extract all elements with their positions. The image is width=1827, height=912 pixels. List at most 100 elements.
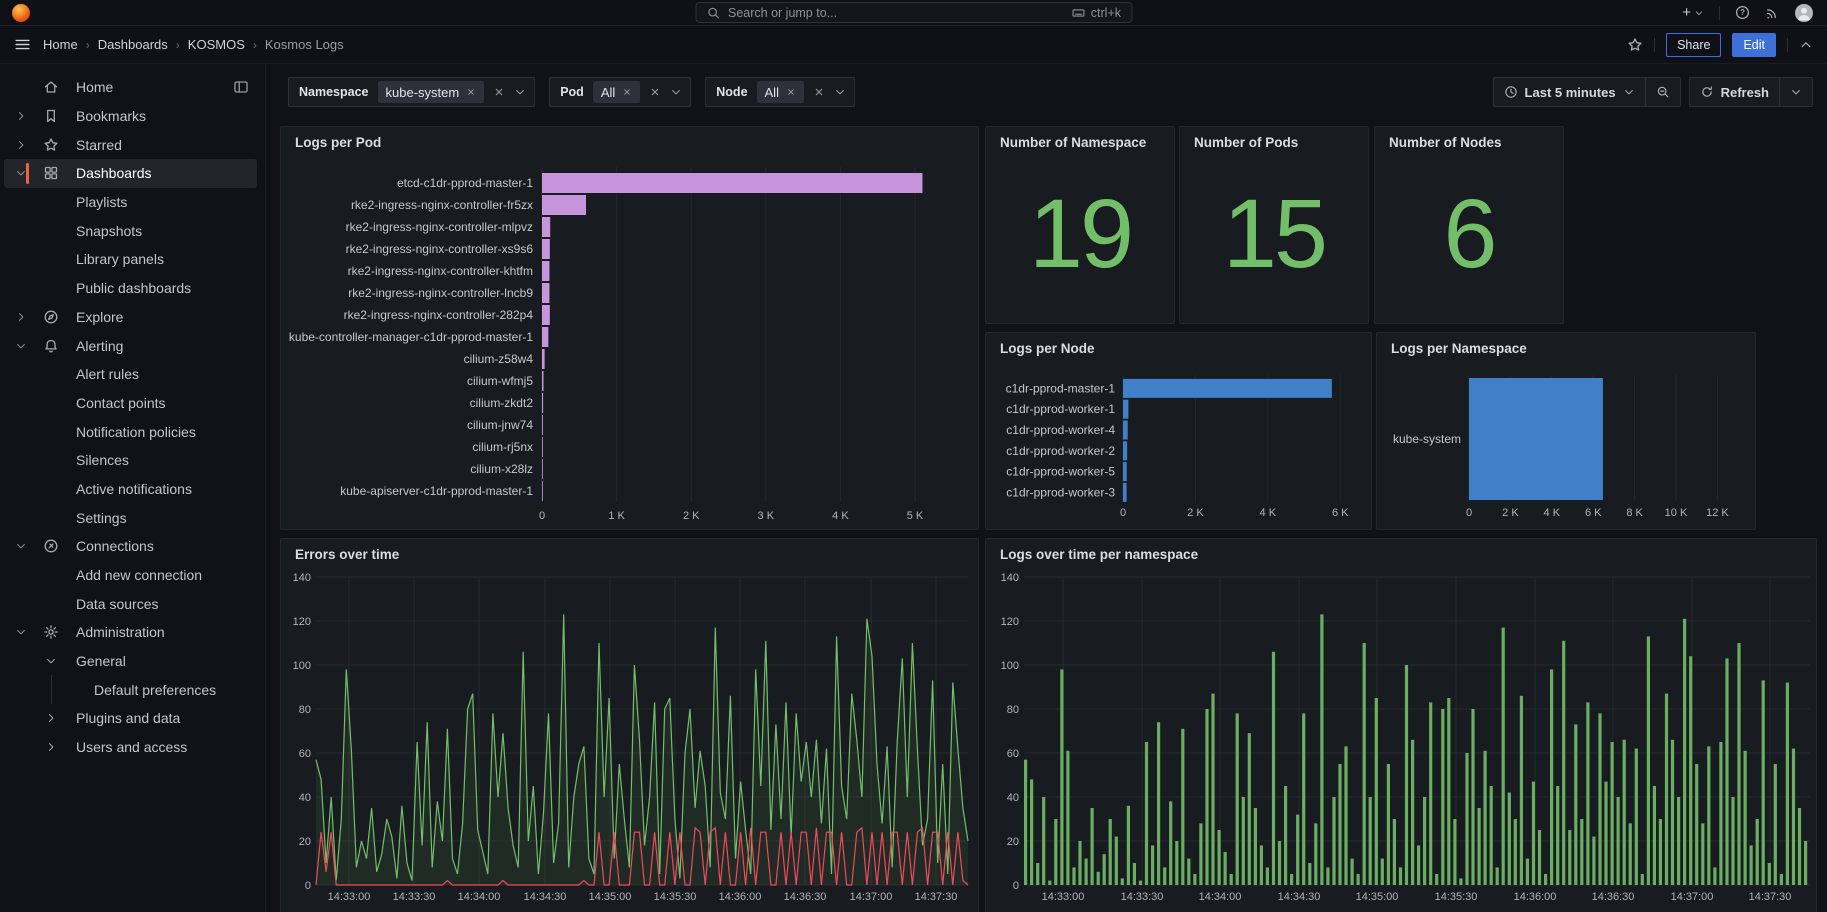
sidebar-item-label: Alert rules [76, 366, 139, 382]
sidebar-item-connections[interactable]: Connections [4, 532, 257, 561]
svg-text:c1dr-pprod-worker-2: c1dr-pprod-worker-2 [1006, 444, 1115, 458]
share-button[interactable]: Share [1666, 33, 1721, 57]
sidebar-item-home[interactable]: Home [4, 73, 257, 102]
add-new-button[interactable]: + [1682, 5, 1704, 20]
refresh-interval-button[interactable] [1779, 78, 1812, 106]
clear-filter-icon[interactable] [813, 86, 825, 98]
clear-filter-icon[interactable] [493, 86, 505, 98]
sidebar-item-label: Add new connection [76, 567, 202, 583]
panel-logs-per-node: Logs per Node02 K4 K6 Kc1dr-pprod-master… [985, 332, 1372, 530]
sidebar-item-administration[interactable]: Administration [4, 618, 257, 647]
gear-icon [32, 624, 70, 640]
sidebar-item-general[interactable]: General [4, 647, 257, 676]
news-rss-icon[interactable] [1765, 5, 1780, 20]
filter-label: Node [716, 85, 747, 99]
star-icon[interactable] [1627, 37, 1643, 53]
sidebar-item-dashboards[interactable]: Dashboards [4, 159, 257, 188]
chevron-down-icon[interactable] [10, 626, 32, 638]
svg-text:14:36:00: 14:36:00 [719, 891, 762, 903]
search-input[interactable]: Search or jump to... ctrl+k [695, 2, 1132, 23]
remove-value-icon[interactable] [786, 87, 796, 97]
chevron-right-icon[interactable] [10, 139, 32, 151]
sidebar-item-settings[interactable]: Settings [4, 503, 257, 532]
chevron-right-icon[interactable] [10, 311, 32, 323]
divider [1719, 6, 1720, 20]
grafana-logo[interactable] [12, 4, 30, 22]
chevron-down-icon [32, 655, 70, 667]
filter-value-chip[interactable]: All [757, 81, 804, 103]
chevron-down-icon[interactable] [514, 86, 526, 98]
svg-text:14:34:00: 14:34:00 [1199, 891, 1242, 903]
filter-value-chip[interactable]: All [593, 81, 640, 103]
panel-title[interactable]: Number of Pods [1180, 127, 1368, 157]
chevron-up-icon[interactable] [1799, 38, 1813, 52]
sidebar-item-playlists[interactable]: Playlists [4, 188, 257, 217]
sidebar-item-label: Snapshots [76, 223, 142, 239]
panel-stat-nodes: Number of Nodes6 [1374, 126, 1564, 324]
chevron-down-icon[interactable] [834, 86, 846, 98]
sidebar-item-public-dashboards[interactable]: Public dashboards [4, 274, 257, 303]
panel-title[interactable]: Errors over time [281, 539, 978, 569]
panel-title[interactable]: Logs per Node [986, 333, 1371, 363]
svg-text:rke2-ingress-nginx-controller-: rke2-ingress-nginx-controller-mlpvz [346, 220, 533, 234]
remove-value-icon[interactable] [622, 87, 632, 97]
sidebar-item-label: Alerting [76, 338, 123, 354]
sidebar-item-default-preferences[interactable]: Default preferences [4, 675, 257, 704]
svg-text:12 K: 12 K [1706, 507, 1729, 519]
chevron-right-icon[interactable] [10, 110, 32, 122]
active-indicator [26, 163, 29, 184]
avatar[interactable] [1795, 4, 1813, 22]
breadcrumb-item-dashboards[interactable]: Dashboards [98, 37, 168, 52]
dock-menu-icon[interactable] [233, 79, 249, 95]
sidebar-item-bookmarks[interactable]: Bookmarks [4, 102, 257, 131]
sidebar-item-label: Public dashboards [76, 280, 191, 296]
svg-text:80: 80 [1007, 704, 1019, 716]
panel-title[interactable]: Logs per Namespace [1377, 333, 1755, 363]
help-icon[interactable]: ? [1735, 5, 1750, 20]
chevron-down-icon[interactable] [10, 540, 32, 552]
sidebar-item-explore[interactable]: Explore [4, 303, 257, 332]
sidebar-item-alerting[interactable]: Alerting [4, 331, 257, 360]
svg-text:c1dr-pprod-worker-1: c1dr-pprod-worker-1 [1006, 402, 1115, 416]
breadcrumb-item-kosmos-logs[interactable]: Kosmos Logs [265, 37, 344, 52]
breadcrumb-item-kosmos[interactable]: KOSMOS [188, 37, 245, 52]
sidebar-item-plugins-and-data[interactable]: Plugins and data [4, 704, 257, 733]
clock-icon [1504, 85, 1518, 99]
refresh-button[interactable]: Refresh [1690, 78, 1779, 106]
svg-text:140: 140 [1001, 572, 1019, 584]
sidebar-item-alert-rules[interactable]: Alert rules [4, 360, 257, 389]
sidebar-item-silences[interactable]: Silences [4, 446, 257, 475]
filter-value-chip[interactable]: kube-system [378, 81, 485, 103]
chart-logs-per-pod: 01 K2 K3 K4 K5 Ketcd-c1dr-pprod-master-1… [281, 127, 979, 530]
panel-title[interactable]: Number of Namespace [986, 127, 1174, 157]
panel-title[interactable]: Number of Nodes [1375, 127, 1563, 157]
sidebar-item-data-sources[interactable]: Data sources [4, 589, 257, 618]
filter-node: Node All [705, 77, 855, 107]
sidebar-item-users-and-access[interactable]: Users and access [4, 733, 257, 762]
panel-title[interactable]: Logs over time per namespace [986, 539, 1816, 569]
sidebar-item-add-new-connection[interactable]: Add new connection [4, 561, 257, 590]
svg-text:0: 0 [1466, 507, 1472, 519]
remove-value-icon[interactable] [466, 87, 476, 97]
sidebar-item-snapshots[interactable]: Snapshots [4, 216, 257, 245]
breadcrumb-item-home[interactable]: Home [43, 37, 78, 52]
svg-text:rke2-ingress-nginx-controller-: rke2-ingress-nginx-controller-lncb9 [348, 286, 533, 300]
sidebar-item-library-panels[interactable]: Library panels [4, 245, 257, 274]
svg-text:20: 20 [1007, 836, 1019, 848]
chevron-down-icon[interactable] [670, 86, 682, 98]
chevron-down-icon[interactable] [10, 340, 32, 352]
sidebar-item-active-notifications[interactable]: Active notifications [4, 475, 257, 504]
sidebar-item-notification-policies[interactable]: Notification policies [4, 417, 257, 446]
compass-icon [32, 309, 70, 325]
sidebar-item-starred[interactable]: Starred [4, 130, 257, 159]
sidebar-item-label: Bookmarks [76, 108, 146, 124]
zoom-out-button[interactable] [1645, 78, 1680, 106]
chevron-right-icon [32, 712, 70, 724]
edit-button[interactable]: Edit [1732, 33, 1776, 57]
clear-filter-icon[interactable] [649, 86, 661, 98]
sidebar-item-contact-points[interactable]: Contact points [4, 389, 257, 418]
time-range-button[interactable]: Last 5 minutes [1494, 78, 1645, 106]
menu-hamburger-icon[interactable] [14, 36, 31, 53]
svg-text:1 K: 1 K [608, 510, 625, 522]
panel-title[interactable]: Logs per Pod [281, 127, 978, 157]
